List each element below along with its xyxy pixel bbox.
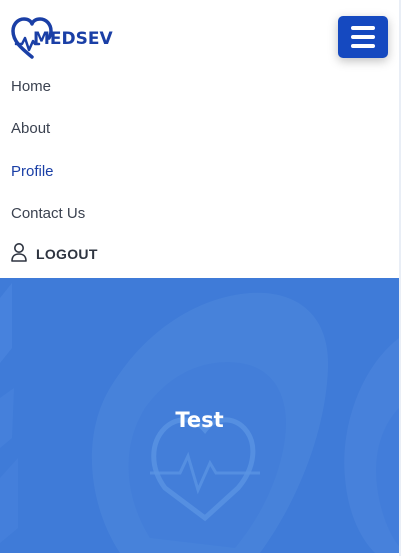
brand-name: MEDSEV xyxy=(33,29,113,49)
logout-label: LOGOUT xyxy=(36,246,98,262)
hero-title: Test xyxy=(175,408,224,432)
nav-item-about[interactable]: About xyxy=(11,120,50,137)
brand-logo[interactable]: MEDSEV xyxy=(11,17,113,61)
nav-item-profile[interactable]: Profile xyxy=(11,163,54,180)
menu-toggle-button[interactable] xyxy=(338,16,388,58)
site-header: MEDSEV Home About Profile Contact Us LOG… xyxy=(0,0,399,278)
nav-item-contact-us[interactable]: Contact Us xyxy=(11,205,85,222)
user-icon xyxy=(11,243,27,262)
hamburger-icon-bar xyxy=(351,44,375,48)
hamburger-icon xyxy=(351,26,375,30)
nav-item-home[interactable]: Home xyxy=(11,78,51,95)
hamburger-icon-bar xyxy=(351,35,375,39)
hero-banner: Test xyxy=(0,278,399,553)
